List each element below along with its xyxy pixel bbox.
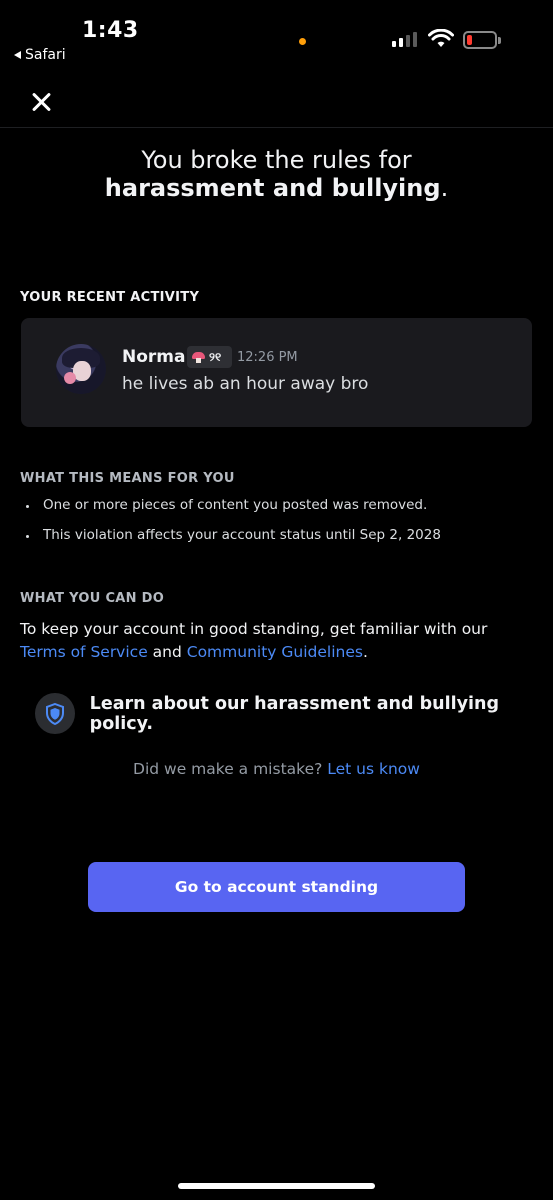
back-to-safari[interactable]: Safari	[14, 47, 66, 63]
title-suffix: .	[440, 174, 449, 202]
mushroom-icon	[192, 351, 205, 363]
home-indicator[interactable]	[178, 1183, 375, 1189]
bullet-icon	[26, 505, 29, 508]
avatar	[56, 344, 106, 394]
recording-indicator	[299, 38, 306, 45]
message-content: he lives ab an hour away bro	[122, 374, 369, 394]
server-tag-badge: ୨୧	[187, 346, 232, 368]
list-item: One or more pieces of content you posted…	[26, 497, 441, 527]
message-timestamp: 12:26 PM	[237, 350, 298, 365]
message-username: Norma	[122, 347, 186, 367]
wifi-icon	[428, 28, 454, 53]
message-card: Norma ୨୧ 12:26 PM he lives ab an hour aw…	[21, 318, 532, 427]
means-heading: WHAT THIS MEANS FOR YOU	[20, 471, 235, 486]
title-prefix: You broke the rules for	[141, 146, 412, 174]
list-item-text: One or more pieces of content you posted…	[43, 497, 428, 513]
community-guidelines-link[interactable]: Community Guidelines	[187, 643, 363, 661]
badge-tag-text: ୨୧	[209, 349, 222, 364]
let-us-know-link[interactable]: Let us know	[327, 760, 420, 778]
header-divider	[0, 127, 553, 128]
recent-activity-heading: YOUR RECENT ACTIVITY	[20, 290, 200, 305]
can-do-heading: WHAT YOU CAN DO	[20, 591, 165, 606]
can-do-and: and	[147, 643, 187, 661]
close-button[interactable]	[28, 88, 56, 116]
account-standing-button[interactable]: Go to account standing	[88, 862, 465, 912]
list-item: This violation affects your account stat…	[26, 527, 441, 557]
status-time: 1:43	[82, 18, 139, 43]
battery-icon	[463, 31, 501, 49]
can-do-paragraph: To keep your account in good standing, g…	[20, 618, 535, 664]
shield-icon	[35, 693, 75, 734]
can-do-end: .	[362, 643, 368, 661]
bullet-icon	[26, 535, 29, 538]
page-title: You broke the rules for harassment and b…	[60, 146, 493, 202]
policy-label: Learn about our harassment and bullying …	[89, 693, 499, 734]
policy-link[interactable]: Learn about our harassment and bullying …	[35, 693, 553, 734]
mistake-prompt: Did we make a mistake? Let us know	[0, 760, 553, 778]
back-arrow-icon	[14, 51, 21, 59]
can-do-text: To keep your account in good standing, g…	[20, 620, 488, 638]
list-item-text: This violation affects your account stat…	[43, 527, 441, 543]
back-app-label: Safari	[25, 47, 66, 63]
mistake-text: Did we make a mistake?	[133, 760, 328, 778]
cellular-signal-icon	[392, 32, 417, 47]
title-rule-name: harassment and bullying	[104, 174, 441, 202]
means-list: One or more pieces of content you posted…	[26, 497, 441, 557]
terms-of-service-link[interactable]: Terms of Service	[20, 643, 148, 661]
